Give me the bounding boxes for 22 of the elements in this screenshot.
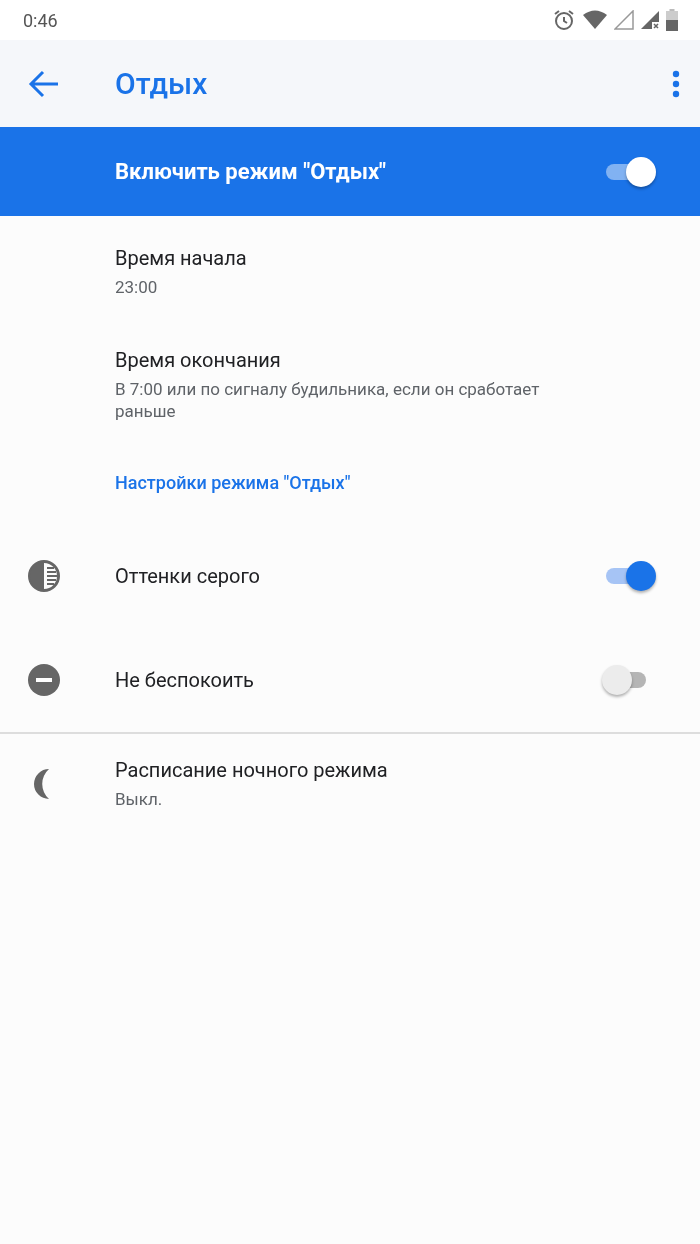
setting-title: Расписание ночного режима bbox=[115, 758, 389, 782]
setting-title: Время окончания bbox=[115, 348, 282, 372]
signal-icon bbox=[614, 10, 634, 30]
page-title: Отдых bbox=[115, 66, 209, 101]
setting-summary: Выкл. bbox=[115, 788, 164, 810]
clock-time: 0:46 bbox=[23, 9, 58, 31]
setting-title: Оттенки серого bbox=[115, 564, 261, 588]
signal-icon bbox=[640, 10, 660, 30]
contrast-icon bbox=[27, 559, 61, 593]
setting-summary: 23:00 bbox=[115, 276, 159, 298]
setting-summary: В 7:00 или по сигналу будильника, если он сработает раньше bbox=[115, 378, 541, 422]
back-arrow-icon[interactable] bbox=[28, 69, 60, 98]
alarm-icon bbox=[552, 8, 576, 32]
setting-title: Время начала bbox=[115, 246, 248, 270]
master-switch-label: Включить режим "Отдых" bbox=[115, 159, 388, 184]
wifi-icon bbox=[582, 10, 608, 30]
setting-title: Не беспокоить bbox=[115, 668, 255, 692]
do-not-disturb-icon bbox=[27, 663, 61, 697]
more-options-icon[interactable] bbox=[672, 69, 680, 98]
battery-icon bbox=[666, 9, 678, 31]
settings-link[interactable]: Настройки режима "Отдых" bbox=[115, 471, 351, 493]
moon-icon bbox=[33, 768, 50, 800]
